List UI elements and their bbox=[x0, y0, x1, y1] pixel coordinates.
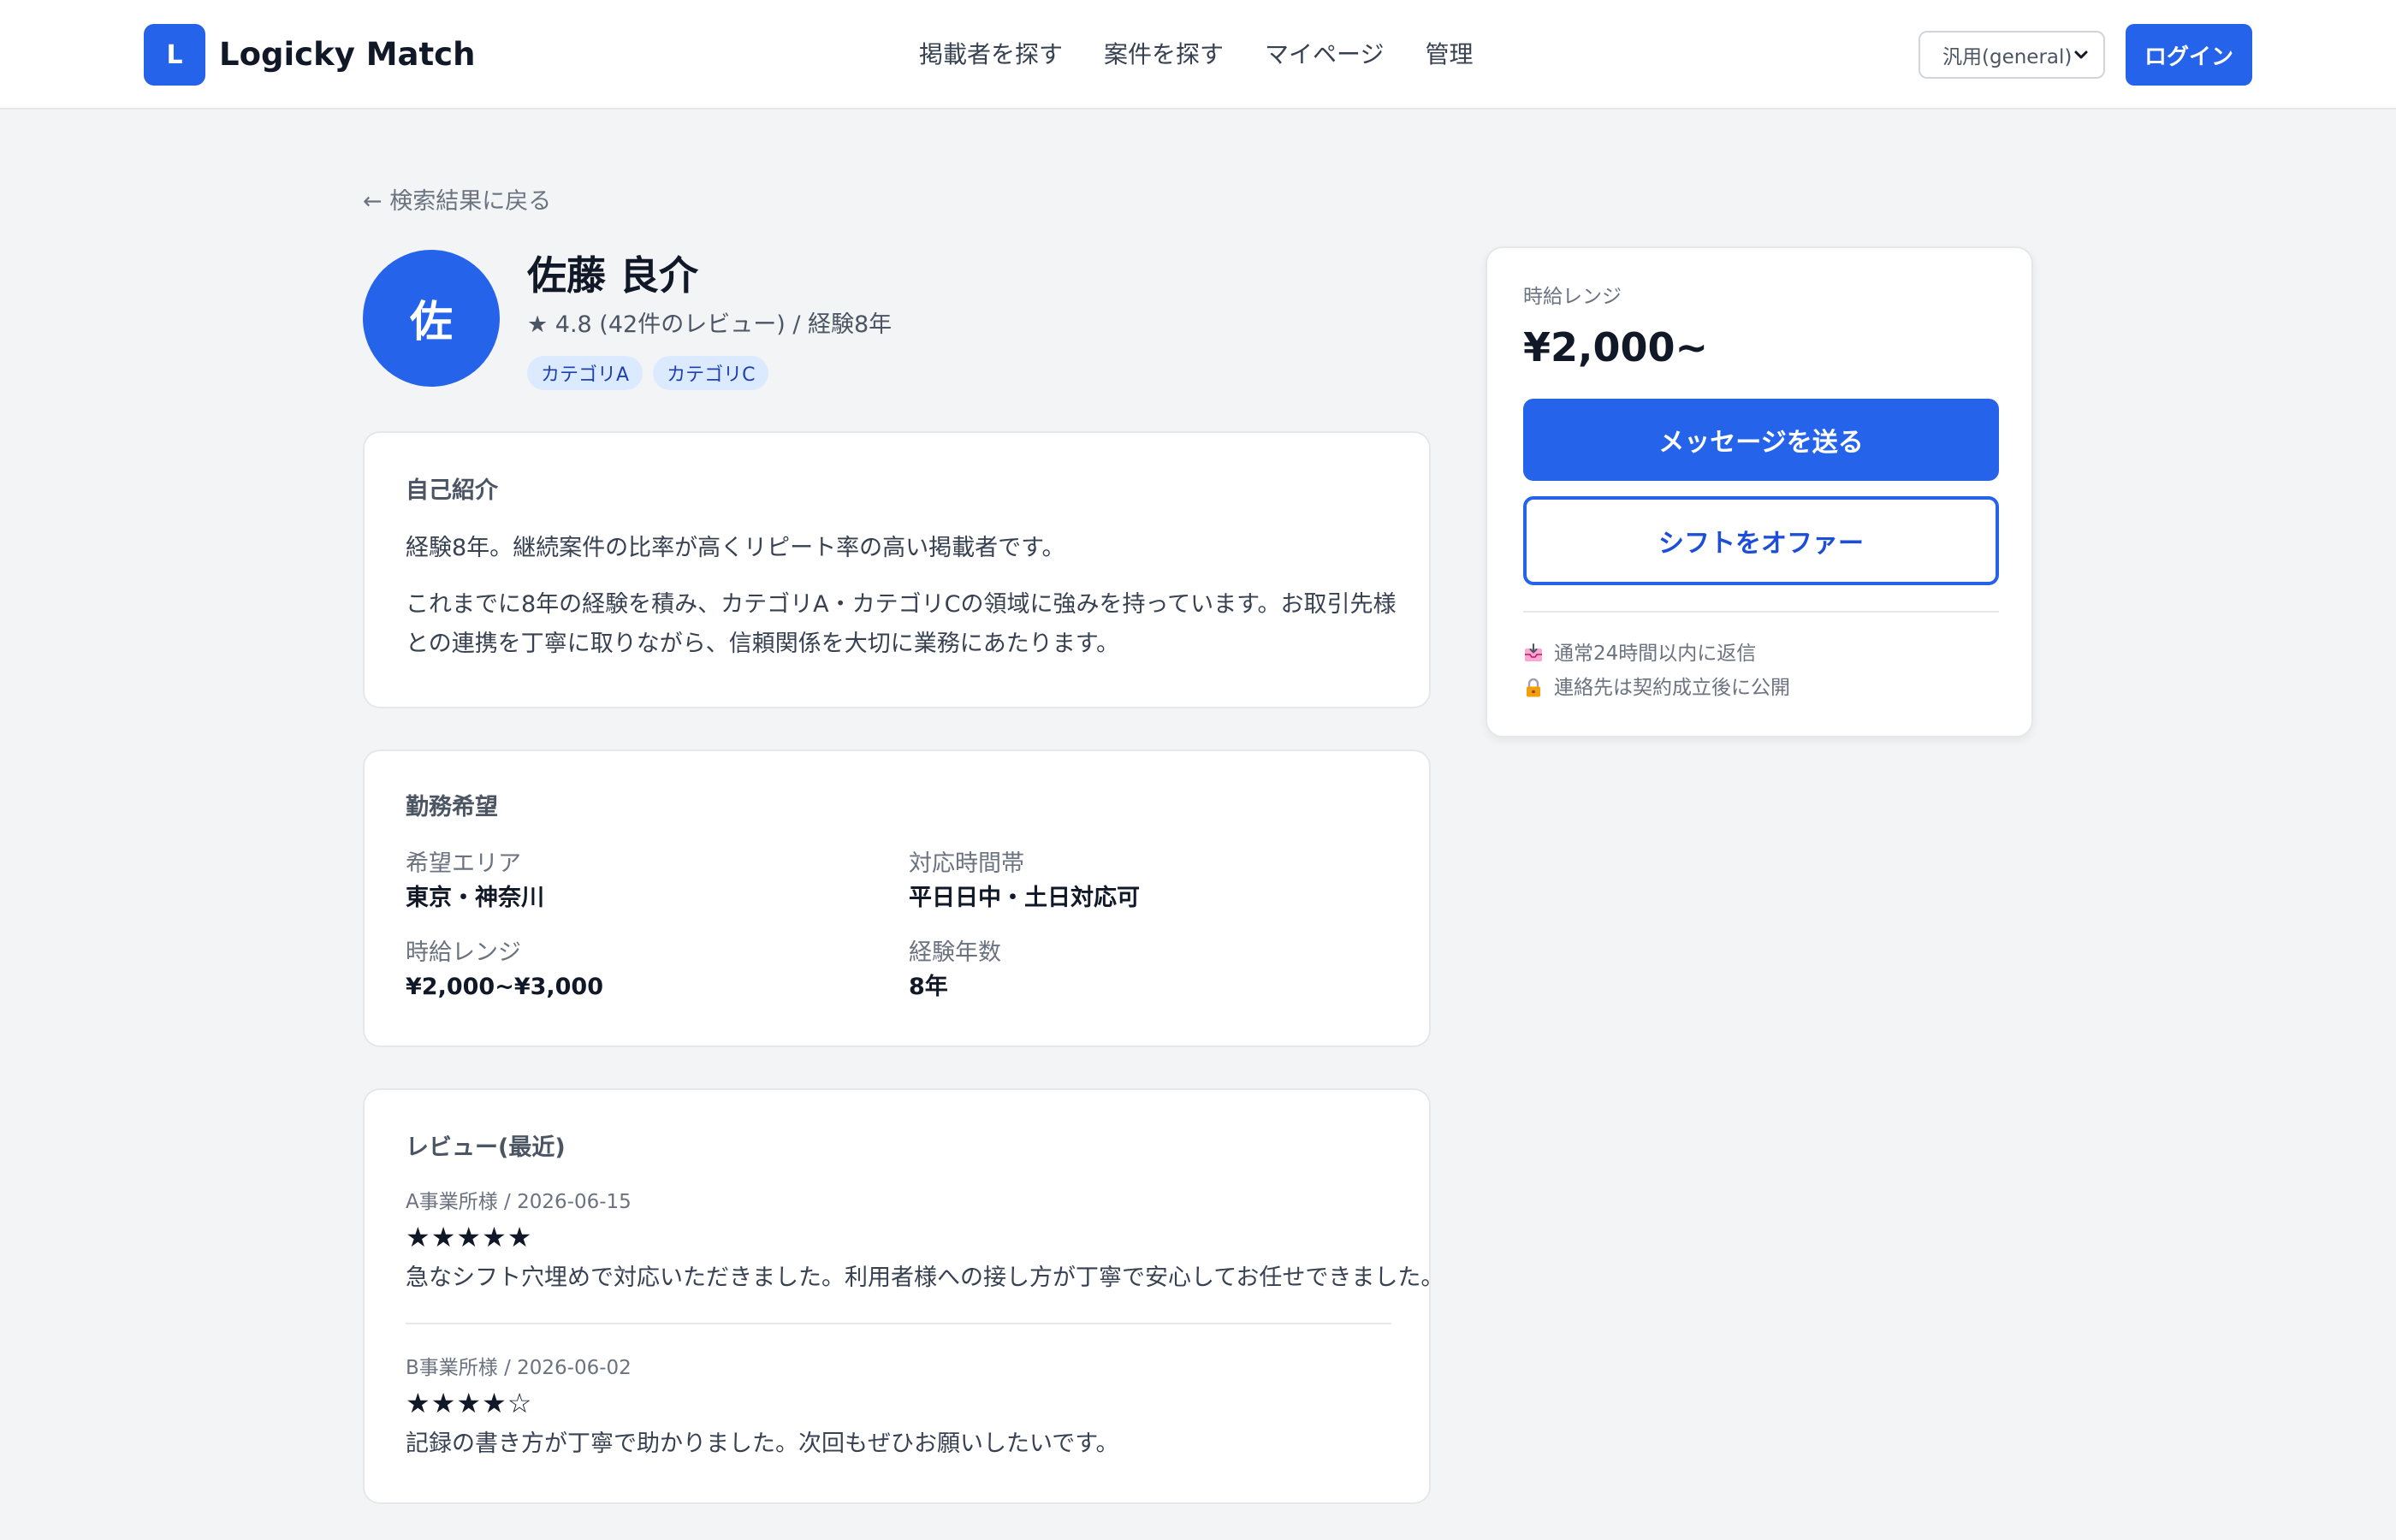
rate-value: ¥2,000~¥3,000 bbox=[406, 974, 604, 1000]
nav-mypage[interactable]: マイページ bbox=[1265, 34, 1384, 75]
area-label: 希望エリア bbox=[406, 850, 521, 877]
intro-line-2: これまでに8年の経験を積み、カテゴリA・カテゴリCの領域に強みを持っています。お… bbox=[406, 591, 1397, 657]
work-preferences-card: 勤務希望 希望エリア 東京・神奈川 対応時間帯 平日日中・土日対応可 時給レンジ… bbox=[363, 749, 1431, 1047]
contact-side-card: 時給レンジ ¥2,000~ メッセージを送る シフトをオファー 通常24時間以内… bbox=[1486, 246, 2033, 737]
review-divider bbox=[406, 1323, 1391, 1324]
review-text: 急なシフト穴埋めで対応いただきました。利用者様への接し方が丁寧で安心してお任せで… bbox=[406, 1265, 1444, 1291]
review-meta: B事業所様 / 2026-06-02 bbox=[406, 1357, 632, 1379]
side-divider bbox=[1523, 611, 1999, 613]
nav-admin[interactable]: 管理 bbox=[1425, 34, 1473, 75]
lock-icon bbox=[1527, 678, 1540, 697]
top-header: L Logicky Match 掲載者を探す 案件を探す マイページ 管理 汎用… bbox=[0, 0, 2396, 110]
contact-visibility-note: 連絡先は契約成立後に公開 bbox=[1523, 672, 1790, 703]
review-stars: ★★★★☆ bbox=[406, 1387, 533, 1419]
offer-shift-button[interactable]: シフトをオファー bbox=[1523, 496, 1999, 585]
category-tag: カテゴリA bbox=[527, 356, 643, 390]
rate-label: 時給レンジ bbox=[406, 939, 521, 966]
rating-summary: ★ 4.8 (42件のレビュー) / 経験8年 bbox=[527, 311, 893, 338]
nav-find-publishers[interactable]: 掲載者を探す bbox=[919, 34, 1063, 75]
reply-time-note: 通常24時間以内に返信 bbox=[1523, 638, 1756, 669]
intro-title: 自己紹介 bbox=[406, 477, 498, 504]
review-meta: A事業所様 / 2026-06-15 bbox=[406, 1191, 632, 1213]
avatar: 佐 bbox=[363, 250, 500, 387]
contact-visibility-text: 連絡先は契約成立後に公開 bbox=[1554, 677, 1790, 699]
intro-line-1: 経験8年。継続案件の比率が高くリピート率の高い掲載者です。 bbox=[406, 535, 1065, 561]
reviews-title: レビュー(最近) bbox=[406, 1134, 566, 1161]
category-tags: カテゴリA カテゴリC bbox=[527, 356, 769, 390]
work-title: 勤務希望 bbox=[406, 794, 498, 820]
review-stars: ★★★★★ bbox=[406, 1221, 533, 1253]
experience-label: 経験年数 bbox=[909, 939, 1001, 966]
review-text: 記録の書き方が丁寧で助かりました。次回もぜひお願いしたいです。 bbox=[406, 1430, 1119, 1457]
chevron-down-icon bbox=[2074, 50, 2088, 59]
reviews-card: レビュー(最近) A事業所様 / 2026-06-15 ★★★★★ 急なシフト穴… bbox=[363, 1088, 1444, 1504]
area-value: 東京・神奈川 bbox=[406, 885, 544, 911]
side-rate-label: 時給レンジ bbox=[1523, 286, 1622, 308]
mode-select[interactable]: 汎用(general) bbox=[1919, 31, 2105, 79]
send-message-button[interactable]: メッセージを送る bbox=[1523, 399, 1999, 481]
intro-card: 自己紹介 経験8年。継続案件の比率が高くリピート率の高い掲載者です。 これまでに… bbox=[363, 431, 1431, 708]
profile-name: 佐藤 良介 bbox=[527, 252, 699, 299]
app-name[interactable]: Logicky Match bbox=[219, 34, 475, 75]
time-label: 対応時間帯 bbox=[909, 850, 1024, 877]
login-button[interactable]: ログイン bbox=[2126, 24, 2252, 86]
main-nav: 掲載者を探す 案件を探す マイページ 管理 bbox=[919, 34, 1474, 75]
experience-value: 8年 bbox=[909, 974, 948, 1000]
nav-find-projects[interactable]: 案件を探す bbox=[1104, 34, 1224, 75]
back-to-results-link[interactable]: ← 検索結果に戻る bbox=[363, 185, 551, 219]
reply-time-text: 通常24時間以内に返信 bbox=[1554, 643, 1757, 665]
mode-select-value: 汎用(general) bbox=[1942, 46, 2073, 68]
time-value: 平日日中・土日対応可 bbox=[909, 885, 1140, 911]
logo-icon[interactable]: L bbox=[144, 24, 205, 86]
side-rate-value: ¥2,000~ bbox=[1523, 324, 1709, 370]
category-tag: カテゴリC bbox=[653, 356, 769, 390]
inbox-icon bbox=[1525, 643, 1542, 661]
